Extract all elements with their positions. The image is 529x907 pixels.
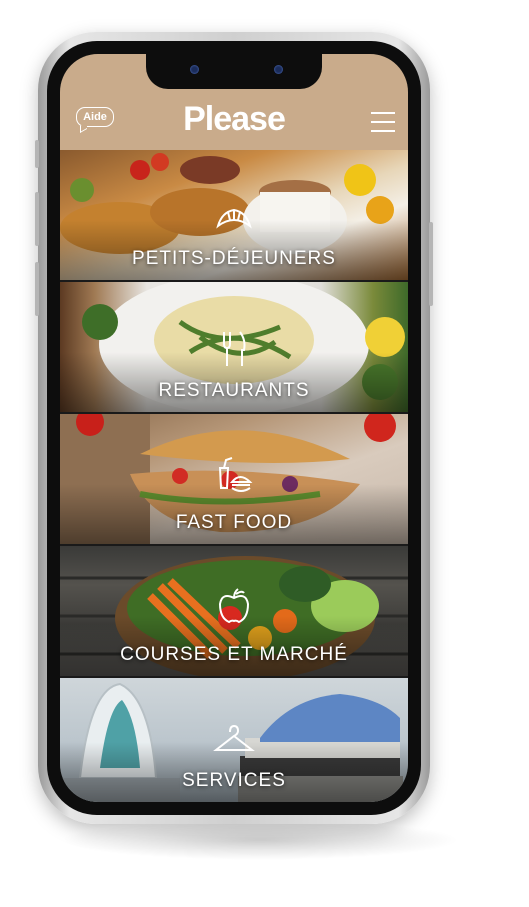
apple-icon — [218, 588, 250, 624]
phone-shadow — [60, 820, 460, 860]
phone-bezel: Aide Please PETITS-DÉJEUNERS RESTAURANTS… — [47, 41, 421, 815]
croissant-icon — [216, 208, 252, 229]
volume-down-button — [35, 262, 39, 316]
sensor-icon — [274, 65, 283, 74]
volume-up-button — [35, 192, 39, 246]
phone-notch — [146, 54, 322, 89]
category-label: RESTAURANTS — [158, 380, 310, 401]
camera-icon — [190, 65, 199, 74]
category-label: FAST FOOD — [175, 512, 293, 533]
burger-drink-icon — [218, 457, 253, 492]
category-groceries[interactable]: COURSES ET MARCHÉ — [60, 546, 408, 676]
phone-frame: Aide Please PETITS-DÉJEUNERS RESTAURANTS… — [35, 32, 433, 824]
category-services[interactable]: SERVICES — [60, 678, 408, 802]
power-button — [429, 222, 433, 306]
category-fast-food[interactable]: FAST FOOD — [60, 414, 408, 544]
category-restaurants[interactable]: RESTAURANTS — [60, 282, 408, 412]
app-logo: Please — [183, 100, 286, 138]
hanger-icon — [213, 724, 255, 751]
category-label: PETITS-DÉJEUNERS — [132, 248, 336, 269]
mute-switch — [35, 140, 39, 168]
category-label: COURSES ET MARCHÉ — [120, 644, 348, 665]
category-breakfast[interactable]: PETITS-DÉJEUNERS — [60, 150, 408, 280]
menu-icon[interactable] — [371, 112, 395, 132]
category-label: SERVICES — [182, 770, 286, 791]
fork-knife-icon — [223, 331, 246, 366]
app-screen: Aide Please PETITS-DÉJEUNERS RESTAURANTS… — [60, 54, 408, 802]
